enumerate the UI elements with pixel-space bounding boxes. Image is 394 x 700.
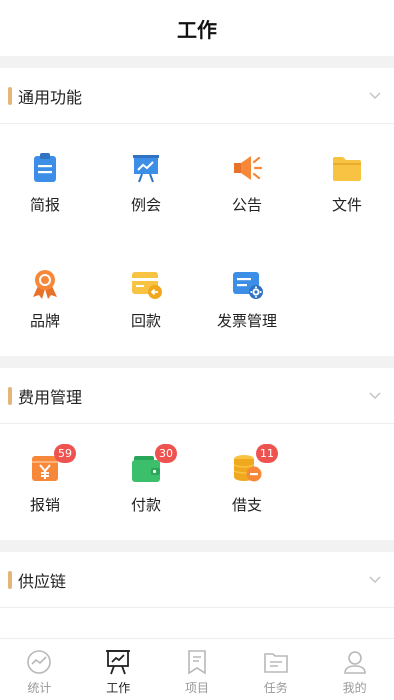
bottom-tab-bar: 统计 工作 项目 任务 我的	[0, 638, 394, 700]
chevron-down-icon[interactable]	[368, 88, 382, 102]
task-folder-icon	[263, 653, 288, 673]
shortcut-meeting[interactable]: 例会	[97, 152, 195, 215]
shortcut-reimbursement[interactable]: 59 报销	[0, 444, 94, 515]
user-icon	[343, 651, 366, 674]
section-title: 费用管理	[18, 387, 83, 407]
chevron-down-icon[interactable]	[368, 388, 382, 402]
clipboard-icon	[29, 152, 61, 184]
section-accent-bar	[8, 86, 12, 105]
shortcut-label: 发票管理	[216, 312, 277, 330]
coin-stack-icon: 11	[231, 444, 278, 484]
bookmark-list-icon	[188, 650, 206, 675]
section-header-general[interactable]: 通用功能	[0, 68, 394, 124]
section-header-supply-chain[interactable]: 供应链	[0, 552, 394, 608]
tab-projects[interactable]: 项目	[158, 639, 237, 700]
shortcut-label: 例会	[130, 196, 161, 214]
shortcut-label: 简报	[29, 196, 60, 214]
tab-tasks[interactable]: 任务	[236, 639, 315, 700]
shortcut-label: 借支	[231, 496, 262, 514]
tab-statistics[interactable]: 统计	[0, 639, 79, 700]
shortcut-label: 文件	[331, 196, 362, 214]
tab-label: 工作	[106, 681, 131, 695]
section-title: 通用功能	[18, 87, 83, 107]
shortcut-announcement[interactable]: 公告	[198, 152, 296, 215]
megaphone-icon	[231, 152, 263, 184]
folder-icon	[331, 152, 363, 184]
tab-label: 统计	[27, 681, 52, 695]
section-expense: 费用管理 59 报销 30 付款 11 借支	[0, 368, 394, 540]
tab-label: 我的	[342, 681, 367, 695]
section-accent-bar	[8, 570, 12, 589]
chevron-down-icon[interactable]	[368, 572, 382, 586]
count-badge: 11	[256, 444, 278, 463]
invoice-settings-icon	[231, 268, 263, 300]
tab-label: 项目	[184, 681, 209, 695]
tab-work[interactable]: 工作	[79, 639, 158, 700]
shortcut-brand[interactable]: 品牌	[0, 268, 94, 331]
shortcut-collection[interactable]: 回款	[97, 268, 195, 331]
card-return-icon	[130, 268, 162, 300]
section-title: 供应链	[18, 571, 67, 591]
shortcut-label: 品牌	[29, 312, 60, 330]
shortcut-briefing[interactable]: 简报	[0, 152, 94, 215]
section-supply-chain: 供应链	[0, 552, 394, 638]
wallet-icon: 30	[130, 444, 177, 484]
pulse-circle-icon	[27, 650, 52, 674]
app-header: 工作	[0, 0, 394, 56]
shortcut-label: 报销	[29, 496, 60, 514]
section-accent-bar	[8, 386, 12, 405]
tab-label: 任务	[263, 681, 288, 695]
shortcut-label: 公告	[231, 196, 262, 214]
presentation-board-icon	[106, 650, 131, 675]
shortcut-payment[interactable]: 30 付款	[97, 444, 195, 515]
shortcut-label: 回款	[130, 312, 161, 330]
shortcut-advance[interactable]: 11 借支	[198, 444, 296, 515]
shortcut-invoice[interactable]: 发票管理	[198, 268, 296, 331]
shortcut-label: 付款	[130, 496, 161, 514]
count-badge: 30	[155, 444, 177, 463]
section-header-expense[interactable]: 费用管理	[0, 368, 394, 424]
shortcut-files[interactable]: 文件	[298, 152, 394, 215]
page-title: 工作	[177, 17, 217, 42]
tab-profile[interactable]: 我的	[315, 639, 394, 700]
award-ribbon-icon	[29, 268, 61, 300]
section-general: 通用功能 简报 例会 公告 文件 品牌 回款 发票管理	[0, 68, 394, 356]
presentation-board-icon	[130, 152, 162, 184]
yuan-tray-icon: 59	[29, 444, 76, 484]
count-badge: 59	[54, 444, 76, 463]
